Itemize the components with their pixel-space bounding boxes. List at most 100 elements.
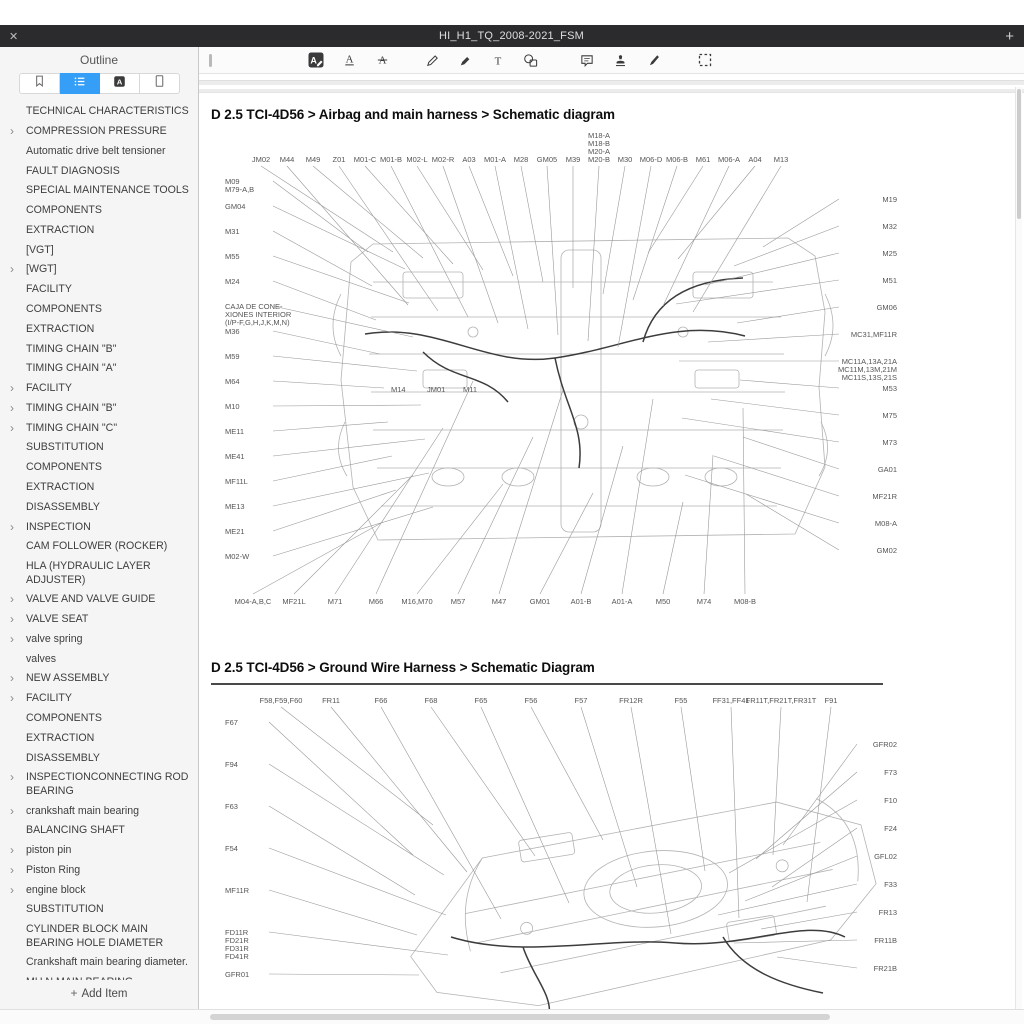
outline-item[interactable]: COMPONENTS: [0, 201, 198, 221]
outline-item[interactable]: valves: [0, 650, 198, 670]
outline-item[interactable]: ›TIMING CHAIN "B": [0, 399, 198, 419]
outline-item[interactable]: ›valve spring: [0, 630, 198, 650]
chevron-right-icon[interactable]: ›: [8, 613, 26, 626]
diagram-label: M55: [225, 252, 240, 261]
outline-item[interactable]: ›engine block: [0, 881, 198, 901]
outline-item[interactable]: ›INSPECTIONCONNECTING ROD BEARING: [0, 768, 198, 801]
outline-item[interactable]: ›NEW ASSEMBLY: [0, 669, 198, 689]
chevron-right-icon[interactable]: ›: [8, 263, 26, 276]
chevron-right-icon[interactable]: ›: [8, 521, 26, 534]
note-tool-button[interactable]: [575, 49, 599, 71]
outline-item-label: valves: [26, 653, 192, 666]
outline-item[interactable]: TIMING CHAIN "B": [0, 339, 198, 359]
outline-item[interactable]: SPECIAL MAINTENANCE TOOLS: [0, 181, 198, 201]
stamp-tool-button[interactable]: [608, 49, 632, 71]
outline-item[interactable]: ›TIMING CHAIN "C": [0, 419, 198, 439]
outline-item[interactable]: TECHNICAL CHARACTERISTICS: [0, 102, 198, 122]
outline-item-label: DISASSEMBLY: [26, 752, 192, 765]
outline-item[interactable]: ›COMPRESSION PRESSURE: [0, 122, 198, 142]
outline-item[interactable]: COMPONENTS: [0, 709, 198, 729]
outline-item[interactable]: BALANCING SHAFT: [0, 821, 198, 841]
selection-tool-button[interactable]: [693, 49, 717, 71]
diagram-label: M08-B: [734, 597, 756, 606]
outline-item[interactable]: FACILITY: [0, 280, 198, 300]
outline-item[interactable]: DISASSEMBLY: [0, 748, 198, 768]
diagram-label: M75: [882, 411, 897, 420]
outline-item[interactable]: EXTRACTION: [0, 221, 198, 241]
outline-item[interactable]: ›MU N MAIN BEARING SELECTION: [0, 973, 198, 980]
pages-tab[interactable]: [140, 73, 180, 94]
chevron-right-icon[interactable]: ›: [8, 884, 26, 897]
diagram-label: M44: [280, 155, 295, 164]
signature-tool-button[interactable]: [641, 49, 665, 71]
chevron-right-icon[interactable]: ›: [8, 125, 26, 138]
chevron-right-icon[interactable]: ›: [8, 692, 26, 705]
annotations-tab[interactable]: A: [100, 73, 140, 94]
outline-item[interactable]: Crankshaft main bearing diameter.: [0, 953, 198, 973]
vertical-scrollbar[interactable]: [1015, 87, 1022, 1010]
outline-item[interactable]: CYLINDER BLOCK MAIN BEARING HOLE DIAMETE…: [0, 920, 198, 953]
outline-item-label: SUBSTITUTION: [26, 903, 192, 916]
outline-item[interactable]: EXTRACTION: [0, 478, 198, 498]
diagram-label: F10: [884, 796, 897, 805]
chevron-right-icon[interactable]: ›: [8, 805, 26, 818]
highlight-text-tool-button[interactable]: A: [304, 49, 328, 71]
outline-item-label: [WGT]: [26, 263, 192, 276]
chevron-right-icon[interactable]: ›: [8, 402, 26, 415]
outline-item[interactable]: ›crankshaft main bearing: [0, 801, 198, 821]
outline-item[interactable]: Automatic drive belt tensioner: [0, 142, 198, 162]
chevron-right-icon[interactable]: ›: [8, 771, 26, 784]
outline-item[interactable]: ›VALVE SEAT: [0, 610, 198, 630]
diagram-label: F73: [884, 768, 897, 777]
text-tool-button[interactable]: T: [486, 49, 510, 71]
chevron-right-icon[interactable]: ›: [8, 672, 26, 685]
outline-item[interactable]: ›Piston Ring: [0, 861, 198, 881]
diagram-label: M25: [882, 249, 897, 258]
add-item-label: Add Item: [81, 988, 127, 1000]
outline-item[interactable]: ›piston pin: [0, 841, 198, 861]
toolbar-drag-handle[interactable]: [209, 54, 212, 67]
pencil-tool-button[interactable]: [420, 49, 444, 71]
add-item-button[interactable]: +Add Item: [0, 980, 198, 1010]
marker-tool-button[interactable]: [453, 49, 477, 71]
outline-item[interactable]: TIMING CHAIN "A": [0, 359, 198, 379]
outline-item[interactable]: ›[WGT]: [0, 260, 198, 280]
outline-item[interactable]: ›FACILITY: [0, 379, 198, 399]
car-floor-perspective-drawing: [400, 794, 884, 1010]
outline-item[interactable]: ›VALVE AND VALVE GUIDE: [0, 590, 198, 610]
outline-item[interactable]: COMPONENTS: [0, 300, 198, 320]
chevron-right-icon[interactable]: ›: [8, 844, 26, 857]
outline-item[interactable]: ›FACILITY: [0, 689, 198, 709]
chevron-right-icon[interactable]: ›: [8, 864, 26, 877]
strikeout-text-tool-button[interactable]: A: [370, 49, 394, 71]
outline-item[interactable]: COMPONENTS: [0, 458, 198, 478]
underline-text-tool-button[interactable]: A: [337, 49, 361, 71]
chevron-right-icon[interactable]: ›: [8, 422, 26, 435]
vertical-scrollbar-thumb[interactable]: [1017, 89, 1021, 219]
outline-item[interactable]: EXTRACTION: [0, 320, 198, 340]
outline-item[interactable]: DISASSEMBLY: [0, 498, 198, 518]
outline-item[interactable]: CAM FOLLOWER (ROCKER): [0, 537, 198, 557]
new-tab-icon[interactable]: +: [988, 28, 1024, 45]
outline-tab[interactable]: [60, 73, 100, 94]
outline-item[interactable]: SUBSTITUTION: [0, 900, 198, 920]
outline-item[interactable]: SUBSTITUTION: [0, 438, 198, 458]
bookmarks-tab[interactable]: [19, 73, 60, 94]
diagram-label: GM05: [537, 155, 557, 164]
outline-item[interactable]: EXTRACTION: [0, 729, 198, 749]
outline-item-label: BALANCING SHAFT: [26, 824, 192, 837]
outline-item-label: CAM FOLLOWER (ROCKER): [26, 540, 192, 553]
horizontal-scrollbar[interactable]: [0, 1009, 1024, 1024]
shapes-tool-button[interactable]: [519, 49, 543, 71]
outline-item[interactable]: FAULT DIAGNOSIS: [0, 161, 198, 181]
outline-item[interactable]: HLA (HYDRAULIC LAYER ADJUSTER): [0, 557, 198, 590]
close-window-icon[interactable]: ✕: [0, 30, 35, 43]
svg-text:A: A: [345, 53, 353, 65]
outline-item[interactable]: ›INSPECTION: [0, 517, 198, 537]
chevron-right-icon[interactable]: ›: [8, 633, 26, 646]
diagram-label: A01-B: [571, 597, 592, 606]
chevron-right-icon[interactable]: ›: [8, 382, 26, 395]
chevron-right-icon[interactable]: ›: [8, 593, 26, 606]
horizontal-scrollbar-thumb[interactable]: [210, 1014, 830, 1020]
outline-item[interactable]: [VGT]: [0, 240, 198, 260]
